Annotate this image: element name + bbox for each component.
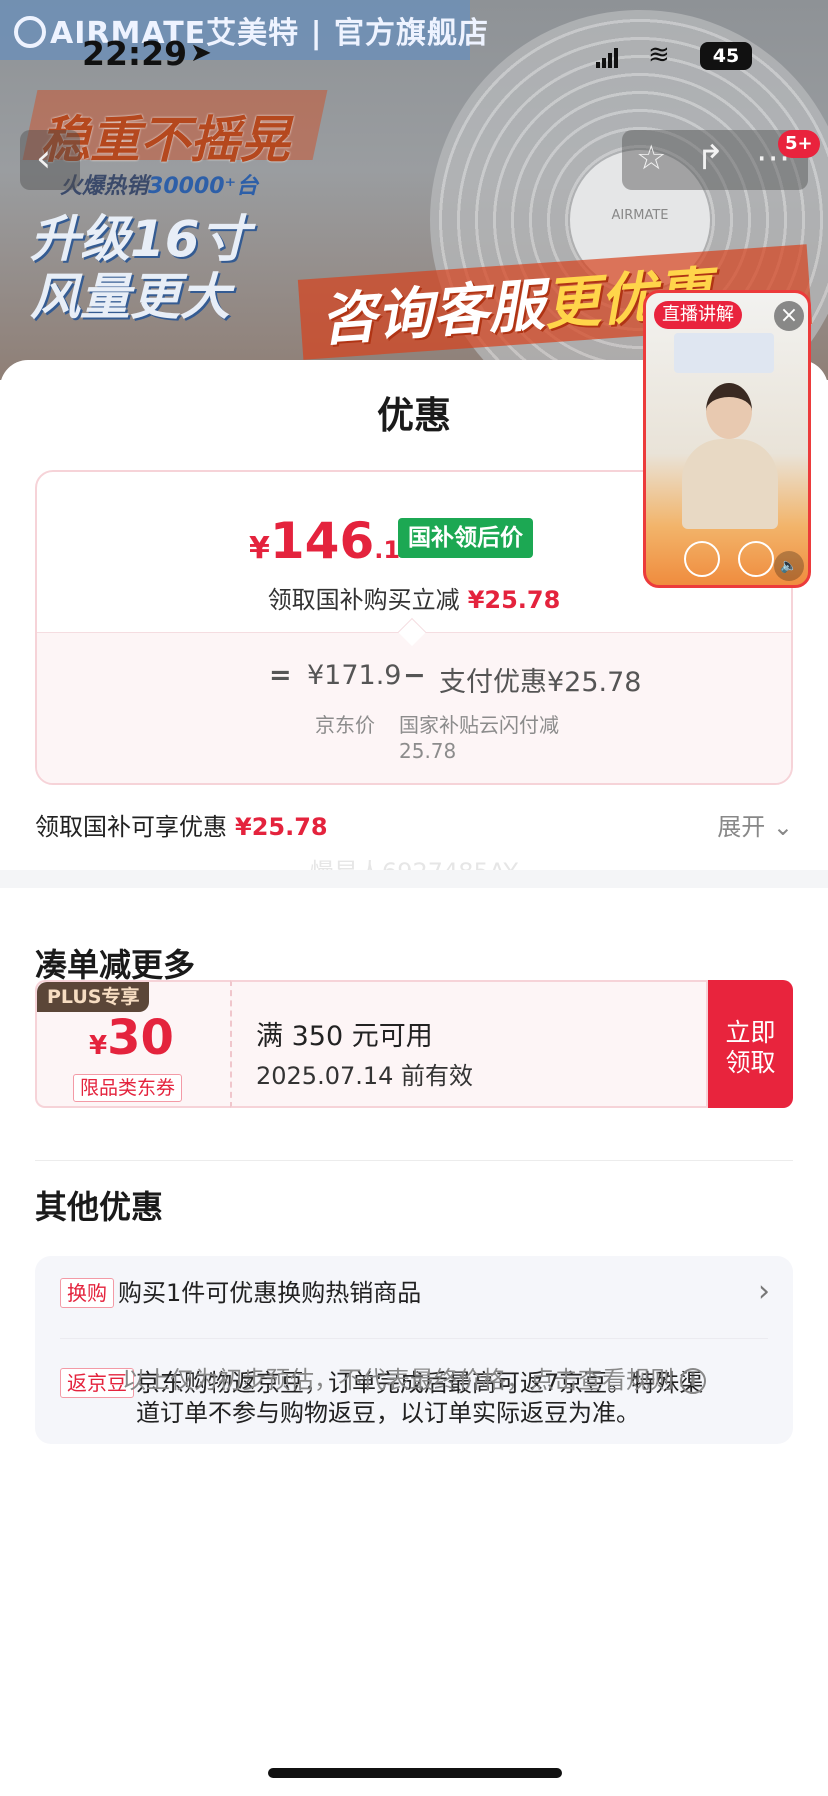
- cellular-signal-icon: [596, 48, 618, 68]
- price-disclaimer[interactable]: 以上仅为初步预估，不代表最终价格，点击查看规则 i: [0, 1360, 828, 1395]
- payment-discount-caption-line1: 国家补贴云闪付减: [399, 713, 559, 737]
- subsidy-summary-label: 领取国补可享优惠 ¥25.78: [35, 807, 328, 842]
- subsidy-line-label: 领取国补购买立减: [267, 586, 460, 614]
- coupon-validity: 2025.07.14 前有效: [256, 1062, 474, 1090]
- subsidy-line-amount: ¥25.78: [467, 586, 561, 614]
- fan-logo-text: AIRMATE: [611, 208, 669, 223]
- wifi-icon: ≋: [648, 40, 670, 70]
- home-indicator[interactable]: [268, 1768, 562, 1778]
- coupon-condition: 满 350 元可用: [256, 1021, 433, 1052]
- chevron-right-icon: ›: [758, 1274, 770, 1309]
- final-price-integer: 146: [269, 512, 375, 570]
- expand-button[interactable]: 展开 ⌄: [717, 807, 793, 842]
- live-circle-button-1: [684, 541, 720, 577]
- payment-discount: 支付优惠¥25.78: [439, 667, 642, 698]
- subsidy-summary-row[interactable]: 领取国补可享优惠 ¥25.78 展开 ⌄: [35, 807, 793, 841]
- live-tag: 直播讲解: [654, 301, 742, 329]
- star-icon[interactable]: ☆: [636, 138, 666, 178]
- coupon-scope-tag: 限品类东券: [73, 1074, 183, 1102]
- close-icon[interactable]: ×: [774, 301, 804, 331]
- trade-in-row[interactable]: 换购 购买1件可优惠换购热销商品 ›: [60, 1274, 770, 1314]
- slogan-upgrade-line1: 升级16寸: [30, 210, 250, 268]
- formula-minus: −: [403, 660, 426, 691]
- trade-in-text: 购买1件可优惠换购热销商品: [118, 1279, 422, 1307]
- live-circle-button-2: [738, 541, 774, 577]
- location-arrow-icon: ➤: [190, 38, 212, 68]
- subsidy-summary-amount: ¥25.78: [235, 813, 328, 841]
- payment-discount-caption-line2: 25.78: [399, 739, 457, 763]
- host-head: [706, 383, 752, 439]
- hot-sales-text: 火爆热销30000⁺台: [60, 168, 258, 200]
- other-discount-list: 换购 购买1件可优惠换购热销商品 › 返京豆 京东购物返京豆，订单完成后最高可返…: [35, 1256, 793, 1444]
- chevron-left-icon: ‹: [36, 136, 52, 180]
- subsidy-price-tag: 国补领后价: [398, 518, 533, 558]
- final-price: ¥146.12: [249, 512, 417, 570]
- coupon-currency: ¥: [89, 1031, 108, 1061]
- coupon-details: 满 350 元可用 2025.07.14 前有效: [230, 980, 708, 1108]
- live-stream-window[interactable]: 直播讲解 × 🔈: [643, 290, 811, 588]
- slogan-consult-a: 咨询客服: [318, 273, 547, 354]
- expand-button-label: 展开: [717, 813, 766, 841]
- coupon-value-area: PLUS专享 ¥30 限品类东券: [35, 980, 230, 1108]
- section-divider: [35, 1160, 793, 1161]
- original-price: ¥171.9: [307, 660, 402, 691]
- list-separator: [60, 1338, 768, 1339]
- status-time: 22:29: [82, 34, 188, 73]
- coupon-card: PLUS专享 ¥30 限品类东券 满 350 元可用 2025.07.14 前有…: [35, 980, 793, 1108]
- share-icon[interactable]: ↱: [696, 138, 725, 178]
- plus-exclusive-tag: PLUS专享: [37, 982, 150, 1012]
- final-price-currency: ¥: [249, 531, 270, 566]
- battery-icon: 45: [700, 42, 752, 70]
- original-price-caption: 京东价: [315, 713, 375, 737]
- info-icon[interactable]: i: [680, 1368, 706, 1394]
- message-badge: 5+: [778, 130, 820, 158]
- jd-bean-text-line2: 道订单不参与购物返豆，以订单实际返豆为准。: [136, 1399, 640, 1427]
- claim-coupon-line2: 领取: [725, 1048, 776, 1077]
- disclaimer-text: 以上仅为初步预估，不代表最终价格，点击查看规则: [122, 1366, 674, 1394]
- status-bar: 22:29 ➤ ≋ 45: [0, 34, 828, 78]
- subsidy-summary-text: 领取国补可享优惠: [35, 813, 227, 841]
- chevron-down-icon: ⌄: [772, 813, 793, 841]
- section-gap: [0, 870, 828, 888]
- coupon-amount: ¥30: [89, 1010, 174, 1066]
- payment-discount-caption: 国家补贴云闪付减 25.78: [399, 712, 559, 764]
- live-product-screen: [674, 333, 774, 373]
- host-body: [682, 439, 778, 529]
- slogan-upgrade: 升级16寸 风量更大: [30, 210, 250, 326]
- formula-equals: =: [269, 660, 292, 691]
- back-button[interactable]: ‹: [20, 130, 80, 190]
- claim-coupon-button[interactable]: 立即 领取: [708, 980, 793, 1108]
- trade-in-tag: 换购: [60, 1278, 114, 1308]
- coupon-amount-number: 30: [107, 1010, 174, 1066]
- claim-coupon-line1: 立即: [725, 1018, 776, 1047]
- hot-sales-count: 30000⁺台: [148, 174, 259, 199]
- other-discount-title: 其他优惠: [35, 1188, 164, 1226]
- speaker-muted-icon[interactable]: 🔈: [774, 551, 804, 581]
- slogan-upgrade-line2: 风量更大: [30, 268, 230, 326]
